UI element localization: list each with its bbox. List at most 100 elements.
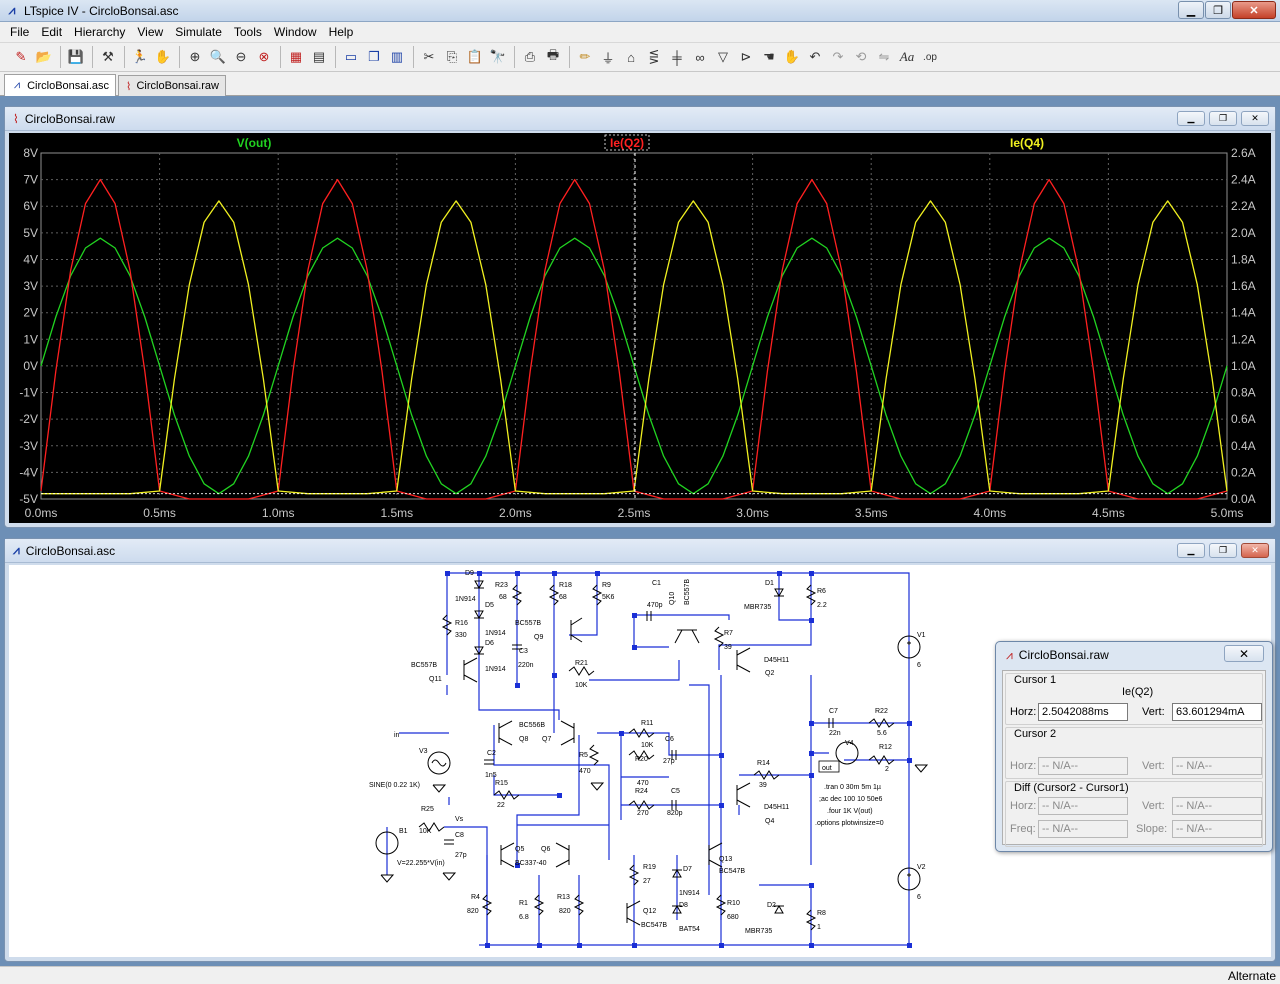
y-right-tick-label: 1.8A — [1231, 252, 1256, 266]
zoom-out-icon[interactable]: ⊖ — [230, 46, 252, 68]
waveform-minimize-button[interactable]: ▁ — [1177, 111, 1205, 126]
print-setup-icon[interactable]: ⎙ — [519, 46, 541, 68]
paste-icon[interactable]: 📋 — [464, 46, 486, 68]
menu-file[interactable]: File — [4, 25, 35, 39]
copy-icon[interactable]: ⎘ — [441, 46, 463, 68]
y-right-tick-label: 1.6A — [1231, 279, 1256, 293]
diode-icon[interactable]: ▽ — [712, 46, 734, 68]
draw-wire-icon[interactable]: ✏ — [574, 46, 596, 68]
save-icon[interactable]: 💾 — [65, 46, 87, 68]
x-tick-label: 0.5ms — [143, 506, 176, 520]
label-q11: Q11 — [429, 676, 442, 683]
cursor-window-close-button[interactable]: ✕ — [1224, 645, 1264, 662]
label-net-icon[interactable]: ⌂ — [620, 46, 642, 68]
label-r9: R9 — [602, 582, 611, 589]
main-toolbar: ✎ 📂 💾 ⚒ 🏃 ✋ ⊕ 🔍 ⊖ ⊗ ▦ ▤ ▭ ❐ ▥ ✂ ⎘ 📋 🔭 ⎙ … — [0, 42, 1280, 72]
label-r12: R12 — [879, 744, 892, 751]
autorange-icon[interactable]: ▦ — [285, 46, 307, 68]
mirror-icon[interactable]: ⇋ — [873, 46, 895, 68]
new-schematic-icon[interactable]: ✎ — [10, 46, 32, 68]
capacitor-icon[interactable]: ╪ — [666, 46, 688, 68]
y-left-tick-label: 4V — [23, 252, 38, 266]
rotate-icon[interactable]: ⟲ — [850, 46, 872, 68]
label-q13: Q13 — [719, 856, 732, 863]
inductor-icon[interactable]: ∞ — [689, 46, 711, 68]
waveform-close-button[interactable]: ✕ — [1241, 111, 1269, 126]
tab-label: CircloBonsai.asc — [27, 79, 109, 92]
legend-label-ie-q2-[interactable]: Ie(Q2) — [610, 136, 644, 150]
directive-tran: .tran 0 30m 5m 1µ — [824, 784, 881, 791]
undo-icon[interactable]: ↶ — [804, 46, 826, 68]
waveform-restore-button[interactable]: ❐ — [1209, 111, 1237, 126]
run-icon[interactable]: 🏃 — [129, 46, 151, 68]
cursor-readout-window[interactable]: ⩘ CircloBonsai.raw ✕ Cursor 1 Ie(Q2) Hor… — [995, 641, 1273, 852]
menu-simulate[interactable]: Simulate — [169, 25, 228, 39]
menu-edit[interactable]: Edit — [35, 25, 68, 39]
menu-window[interactable]: Window — [268, 25, 323, 39]
tile-vertical-icon[interactable]: ▥ — [386, 46, 408, 68]
cursor2-label: Cursor 2 — [1014, 728, 1057, 740]
tab-schematic[interactable]: ⩘ CircloBonsai.asc — [4, 74, 116, 96]
tab-waveform[interactable]: ⌇ CircloBonsai.raw — [118, 75, 226, 96]
grid-icon[interactable]: ▤ — [308, 46, 330, 68]
minimize-button[interactable]: ▁ — [1178, 1, 1204, 19]
legend-label-ie-q4-[interactable]: Ie(Q4) — [1010, 136, 1044, 150]
label-d6: D6 — [485, 640, 494, 647]
waveform-plot-pane[interactable]: 0.0ms 0.5ms 1.0ms 1.5ms 2.0ms 2.5ms 3.0ms 3.5ms… — [9, 133, 1271, 523]
restore-button[interactable]: ❐ — [1205, 1, 1231, 19]
toolbar-separator — [92, 46, 93, 68]
drag-icon[interactable]: ✋ — [781, 46, 803, 68]
diff-slope-field: -- N/A-- — [1172, 820, 1262, 838]
zoom-fit-icon[interactable]: ⊗ — [253, 46, 275, 68]
ltspice-logo-icon: ⩘ — [8, 3, 16, 17]
cursor1-horz-field[interactable]: 2.5042088ms — [1038, 703, 1128, 721]
schematic-close-button[interactable]: ✕ — [1241, 543, 1269, 558]
waveform-plot[interactable]: 0.0ms 0.5ms 1.0ms 1.5ms 2.0ms 2.5ms 3.0ms 3.5ms… — [9, 133, 1273, 525]
waveform-window-title: CircloBonsai.raw — [24, 111, 115, 126]
cursor1-horz-label: Horz: — [1010, 706, 1037, 718]
label-c2-value: 1n5 — [485, 772, 497, 779]
legend-label-v-out-[interactable]: V(out) — [237, 136, 272, 150]
menu-view[interactable]: View — [131, 25, 169, 39]
cut-icon[interactable]: ✂ — [418, 46, 440, 68]
label-r19-value: 27 — [643, 878, 651, 885]
close-button[interactable]: ✕ — [1232, 1, 1276, 19]
schematic-minimize-button[interactable]: ▁ — [1177, 543, 1205, 558]
tile-horizontal-icon[interactable]: ▭ — [340, 46, 362, 68]
find-icon[interactable]: 🔭 — [487, 46, 509, 68]
label-q2: Q2 — [765, 670, 774, 677]
x-tick-label: 2.0ms — [499, 506, 532, 520]
label-r24: R24 — [635, 788, 648, 795]
cursor1-trace-name: Ie(Q2) — [1122, 686, 1154, 698]
move-icon[interactable]: ☚ — [758, 46, 780, 68]
spice-directive-icon[interactable]: .op — [919, 46, 941, 68]
window-controls: ▁ ❐ ✕ — [1178, 1, 1276, 19]
control-panel-icon[interactable]: ⚒ — [97, 46, 119, 68]
cursor1-vert-field[interactable]: 63.601294mA — [1172, 703, 1262, 721]
label-c3-value: 220n — [518, 662, 534, 669]
menu-hierarchy[interactable]: Hierarchy — [68, 25, 131, 39]
pan-icon[interactable]: ✋ — [152, 46, 174, 68]
label-b1: B1 — [399, 828, 408, 835]
menu-bar: File Edit Hierarchy View Simulate Tools … — [0, 22, 1280, 42]
resistor-icon[interactable]: ⋚ — [643, 46, 665, 68]
cascade-icon[interactable]: ❐ — [363, 46, 385, 68]
zoom-rect-icon[interactable]: 🔍 — [207, 46, 229, 68]
menu-help[interactable]: Help — [323, 25, 360, 39]
print-icon[interactable]: 🖶 — [542, 46, 564, 68]
label-r19: R19 — [643, 864, 656, 871]
schematic-restore-button[interactable]: ❐ — [1209, 543, 1237, 558]
redo-icon[interactable]: ↷ — [827, 46, 849, 68]
ground-icon[interactable]: ⏚ — [597, 46, 619, 68]
label-c1-value: 470p — [647, 602, 663, 609]
tab-label: CircloBonsai.raw — [136, 80, 219, 92]
toolbar-separator — [413, 46, 414, 68]
zoom-in-icon[interactable]: ⊕ — [184, 46, 206, 68]
menu-tools[interactable]: Tools — [228, 25, 268, 39]
open-icon[interactable]: 📂 — [33, 46, 55, 68]
text-icon[interactable]: Aa — [896, 46, 918, 68]
series-line-v-out- — [40, 237, 1228, 495]
toolbar-separator — [514, 46, 515, 68]
label-r15-value: 22 — [497, 802, 505, 809]
component-icon[interactable]: ⊳ — [735, 46, 757, 68]
